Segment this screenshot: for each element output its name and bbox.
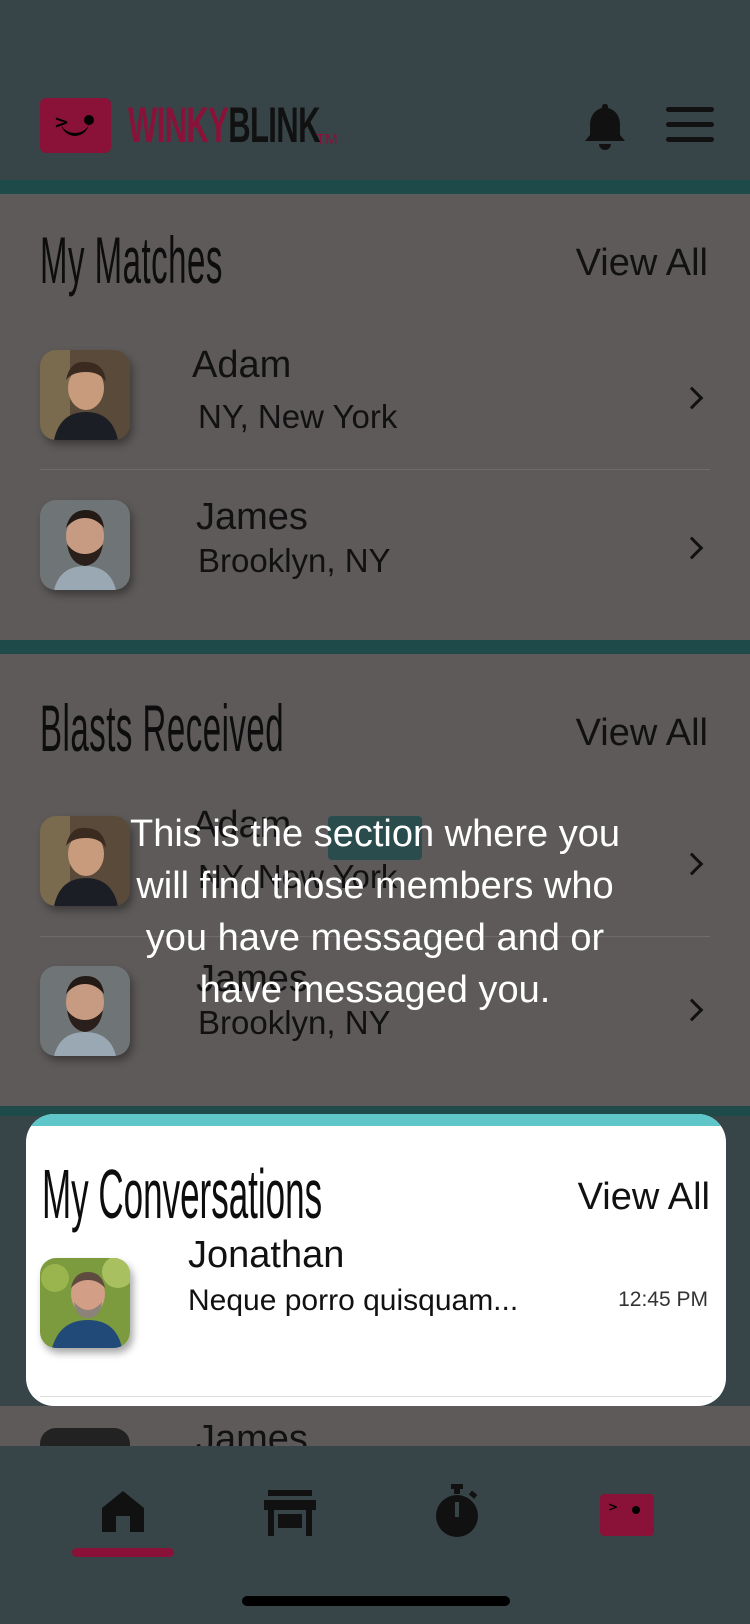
match-row[interactable]: James Brooklyn, NY — [0, 474, 750, 624]
row-divider — [40, 469, 710, 470]
hamburger-menu-icon[interactable] — [666, 107, 714, 143]
section-separator — [0, 180, 750, 194]
home-icon[interactable] — [100, 1488, 146, 1534]
conversation-row[interactable]: Jonathan Neque porro quisquam... — [26, 1234, 726, 1394]
conversation-time: 12:45 PM — [618, 1288, 708, 1311]
notifications-bell-icon[interactable] — [580, 100, 630, 152]
my-matches-section: My Matches View All Adam NY, New York Ja… — [0, 194, 750, 640]
chevron-right-icon — [680, 852, 704, 876]
app-screen: > WINKYBLINK TM My Matches View All Adam… — [0, 0, 750, 1624]
my-matches-view-all-link[interactable]: View All — [576, 242, 708, 285]
bottom-navigation: > — [0, 1446, 750, 1624]
home-indicator — [242, 1596, 510, 1606]
james-avatar — [40, 500, 130, 590]
stopwatch-icon[interactable] — [434, 1484, 480, 1538]
my-conversations-section: My Conversations View All Jonathan Neque… — [26, 1114, 726, 1406]
highlight-strip — [26, 1114, 726, 1126]
conversation-preview: Neque porro quisquam... — [188, 1284, 519, 1317]
onboarding-tooltip: This is the section where you will find … — [129, 813, 620, 1011]
jonathan-avatar — [40, 1258, 130, 1348]
brand-wordmark: WINKYBLINK — [128, 96, 320, 154]
store-icon[interactable] — [264, 1490, 316, 1536]
conversation-name: James — [196, 1418, 308, 1446]
conversation-row-peek: James — [0, 1406, 750, 1446]
chevron-right-icon — [680, 536, 704, 560]
winkyblink-logo-icon: > — [40, 98, 111, 153]
conversation-name: Jonathan — [188, 1234, 345, 1276]
match-row[interactable]: Adam NY, New York — [0, 324, 750, 474]
conversations-view-all-link[interactable]: View All — [578, 1176, 710, 1219]
blasts-received-title: Blasts Received — [40, 691, 285, 765]
adam-avatar — [40, 350, 130, 440]
app-header: > WINKYBLINK TM — [0, 0, 750, 180]
brand-trademark: TM — [316, 131, 338, 148]
row-divider — [40, 1396, 712, 1397]
match-name: Adam — [192, 344, 292, 386]
avatar — [40, 1428, 130, 1446]
brand-part-blink: BLINK — [228, 97, 320, 153]
my-conversations-title: My Conversations — [42, 1155, 323, 1233]
my-matches-title: My Matches — [40, 223, 223, 297]
match-location: Brooklyn, NY — [198, 542, 391, 579]
section-separator — [0, 640, 750, 654]
winkyblink-icon[interactable]: > — [600, 1494, 654, 1536]
match-location: NY, New York — [198, 398, 398, 435]
chevron-right-icon — [680, 386, 704, 410]
match-name: James — [196, 496, 308, 538]
brand-part-winky: WINKY — [128, 97, 229, 153]
blasts-view-all-link[interactable]: View All — [576, 712, 708, 755]
active-tab-indicator — [72, 1548, 174, 1557]
chevron-right-icon — [680, 998, 704, 1022]
